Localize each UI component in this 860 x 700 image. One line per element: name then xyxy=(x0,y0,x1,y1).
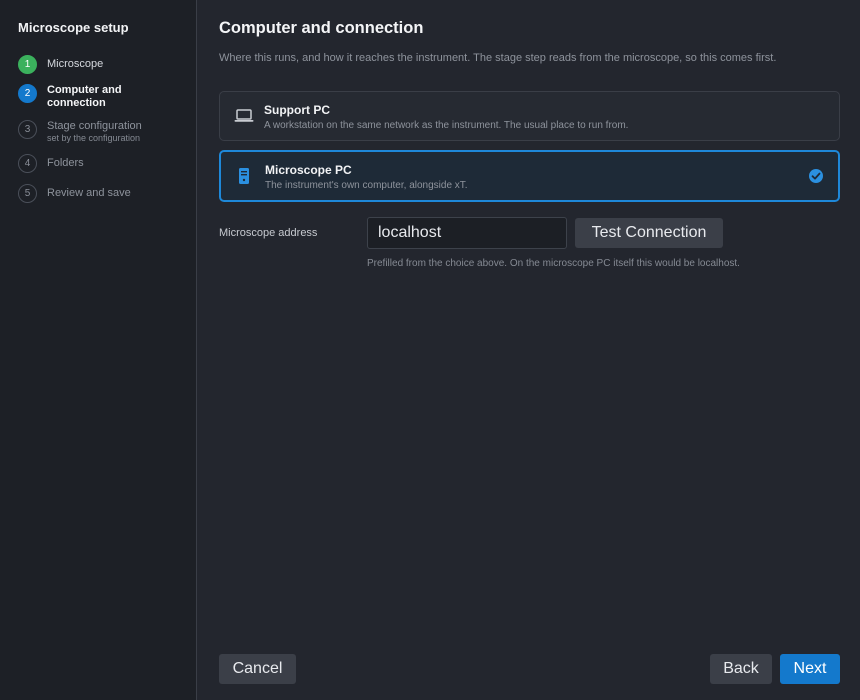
sidebar-title: Microscope setup xyxy=(18,20,129,35)
step-label: Stage configuration xyxy=(47,120,142,132)
check-circle-icon xyxy=(808,168,824,189)
microscope-address-label: Microscope address xyxy=(219,227,318,239)
tower-pc-icon xyxy=(238,167,250,190)
sidebar: Microscope setup 1 Microscope 2 Computer… xyxy=(0,0,197,700)
option-support-pc[interactable]: Support PC A workstation on the same net… xyxy=(219,91,840,141)
page-title: Computer and connection xyxy=(219,19,424,37)
main-panel: Computer and connection Where this runs,… xyxy=(219,0,840,700)
option-microscope-pc[interactable]: Microscope PC The instrument's own compu… xyxy=(219,150,840,202)
option-description: A workstation on the same network as the… xyxy=(264,120,629,131)
step-label: Review and save xyxy=(47,187,131,199)
laptop-icon xyxy=(234,108,254,129)
step-number: 1 xyxy=(18,55,37,74)
option-description: The instrument's own computer, alongside… xyxy=(265,180,468,191)
page-description: Where this runs, and how it reaches the … xyxy=(219,52,777,64)
microscope-address-hint: Prefilled from the choice above. On the … xyxy=(367,258,740,269)
test-connection-button[interactable]: Test Connection xyxy=(575,218,723,248)
step-number: 4 xyxy=(18,154,37,173)
step-subtitle: set by the configuration xyxy=(47,133,141,143)
step-label: Microscope xyxy=(47,58,104,70)
option-title: Support PC xyxy=(264,103,330,117)
step-number: 3 xyxy=(18,120,37,139)
microscope-address-input[interactable] xyxy=(367,217,567,249)
next-button[interactable]: Next xyxy=(780,654,840,684)
back-button[interactable]: Back xyxy=(710,654,772,684)
cancel-button[interactable]: Cancel xyxy=(219,654,296,684)
step-number: 2 xyxy=(18,84,37,103)
step-number: 5 xyxy=(18,184,37,203)
option-title: Microscope PC xyxy=(265,163,352,177)
step-label: Folders xyxy=(47,157,84,169)
step-label: Computer and connection xyxy=(47,84,122,109)
